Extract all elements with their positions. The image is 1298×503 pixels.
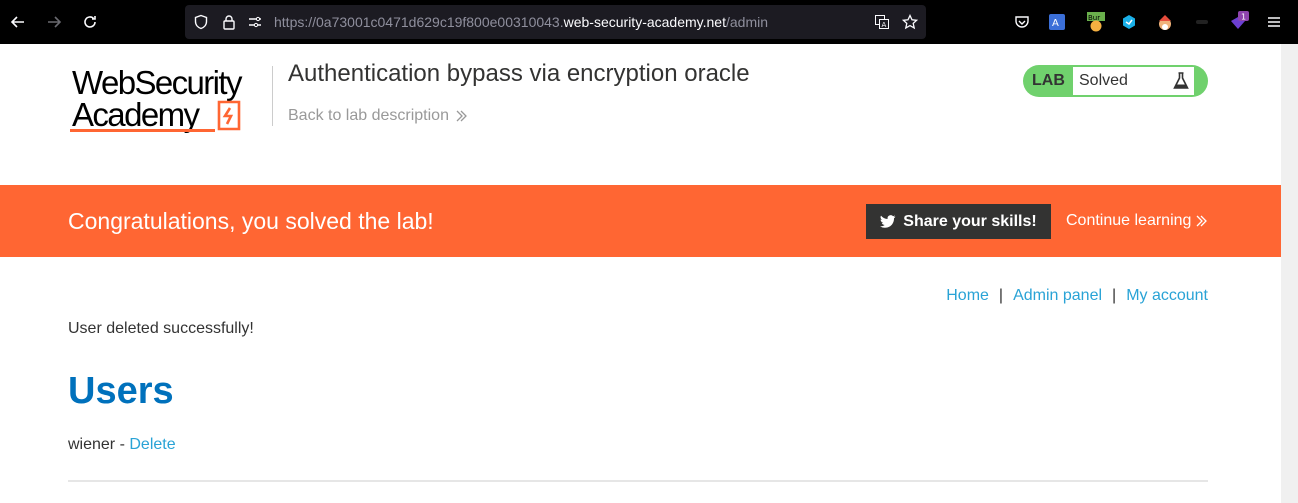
permissions-icon[interactable] [247, 14, 263, 30]
congratulations-text: Congratulations, you solved the lab! [68, 208, 434, 234]
url-domain: web-security-academy.net [563, 14, 726, 30]
nav-my-account-link[interactable]: My account [1126, 287, 1208, 304]
pocket-icon[interactable] [1010, 10, 1034, 34]
browser-toolbar: https://0a73001c0471d629c19f800e00310043… [0, 0, 1298, 44]
top-navigation: Home | Admin panel | My account [946, 287, 1208, 305]
translate-icon[interactable]: A [1045, 10, 1069, 34]
nav-separator: | [1112, 287, 1117, 304]
web-security-academy-logo[interactable]: WebSecurity Academy [70, 64, 270, 136]
delete-user-link[interactable]: Delete [129, 436, 175, 453]
burp-label: Bur [1088, 14, 1100, 22]
nav-separator: | [998, 287, 1004, 304]
nav-admin-panel-link[interactable]: Admin panel [1013, 287, 1102, 304]
lab-status-badge: LAB Solved [1023, 65, 1208, 97]
share-skills-label: Share your skills! [903, 212, 1037, 230]
users-heading: Users [68, 370, 174, 412]
url-prefix: https://0a73001c0471d629c19f800e00310043… [274, 14, 564, 30]
double-chevron-right-icon [456, 110, 467, 122]
page-content: WebSecurity Academy Authentication bypas… [0, 44, 1281, 503]
lab-status-text: Solved [1079, 72, 1128, 89]
user-list-item: wiener - Delete [68, 436, 176, 454]
status-message: User deleted successfully! [68, 320, 254, 337]
divider [68, 480, 1208, 482]
continue-learning-link[interactable]: Continue learning [1066, 212, 1208, 230]
svg-text:A: A [1052, 18, 1059, 29]
url-path: /admin [725, 14, 769, 30]
twitter-icon [880, 214, 896, 228]
logo-underline [70, 129, 215, 132]
bookmark-star-icon[interactable] [902, 14, 918, 30]
burp-icon[interactable]: Bur [1084, 10, 1108, 34]
back-to-lab-link[interactable]: Back to lab description [288, 107, 467, 125]
solved-banner: Congratulations, you solved the lab! Sha… [0, 185, 1281, 257]
forward-icon[interactable] [42, 10, 66, 34]
back-link-label: Back to lab description [288, 107, 449, 124]
extension-dark-icon[interactable] [1190, 10, 1214, 34]
username: wiener [68, 436, 116, 453]
lab-badge-label: LAB [1032, 72, 1065, 89]
extension-purple-icon[interactable]: 1 [1226, 10, 1250, 34]
menu-icon[interactable] [1262, 10, 1286, 34]
logo-mark-icon [217, 100, 241, 131]
flask-icon [1173, 72, 1189, 89]
nav-home-link[interactable]: Home [946, 287, 989, 304]
back-icon[interactable] [6, 10, 30, 34]
tracking-shield-icon[interactable] [193, 14, 209, 30]
continue-learning-label: Continue learning [1066, 212, 1192, 229]
share-skills-button[interactable]: Share your skills! [866, 204, 1051, 239]
svg-text:A: A [882, 21, 887, 29]
user-row-separator: - [115, 436, 130, 453]
extension-santa-icon[interactable] [1153, 10, 1177, 34]
url-text[interactable]: https://0a73001c0471d629c19f800e00310043… [274, 14, 768, 30]
url-bar[interactable]: https://0a73001c0471d629c19f800e00310043… [185, 5, 926, 39]
double-chevron-right-icon [1196, 215, 1208, 227]
scrollbar[interactable] [1281, 44, 1298, 503]
extension-badge: 1 [1241, 13, 1246, 22]
lab-title: Authentication bypass via encryption ora… [288, 60, 750, 87]
extension-blue-icon[interactable] [1117, 10, 1141, 34]
translate-page-icon[interactable]: A [874, 14, 890, 30]
header-divider [272, 66, 273, 126]
lock-icon[interactable] [221, 14, 237, 30]
reload-icon[interactable] [78, 10, 102, 34]
